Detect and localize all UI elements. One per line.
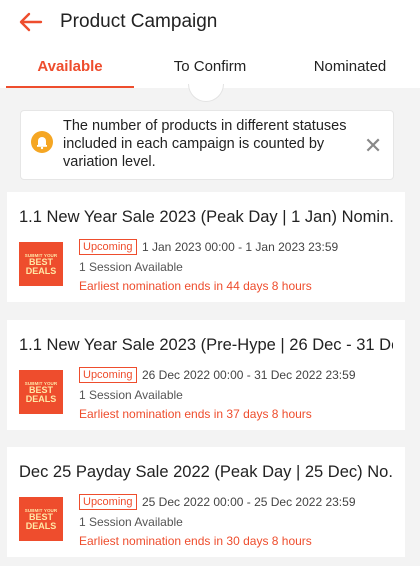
campaign-date-range: 25 Dec 2022 00:00 - 25 Dec 2022 23:59 [142, 495, 356, 509]
tab-available[interactable]: Available [0, 44, 140, 88]
page-title: Product Campaign [60, 11, 218, 32]
bell-icon [31, 131, 53, 153]
tab-to-confirm[interactable]: To Confirm [140, 44, 280, 88]
session-count: 1 Session Available [79, 388, 183, 402]
campaign-card[interactable]: Dec 25 Payday Sale 2022 (Peak Day | 25 D… [7, 447, 405, 557]
pull-refresh-indicator [188, 84, 224, 102]
campaign-image: SUBMIT YOUR BEST DEALS [19, 497, 63, 541]
campaign-date-range: 1 Jan 2023 00:00 - 1 Jan 2023 23:59 [142, 240, 339, 254]
campaign-image: SUBMIT YOUR BEST DEALS [19, 242, 63, 286]
session-count: 1 Session Available [79, 260, 183, 274]
tab-nominated[interactable]: Nominated [280, 44, 420, 88]
session-count: 1 Session Available [79, 515, 183, 529]
campaign-card[interactable]: 1.1 New Year Sale 2023 (Peak Day | 1 Jan… [7, 192, 405, 302]
tab-bar: Available To Confirm Nominated [0, 44, 420, 88]
campaign-card[interactable]: 1.1 New Year Sale 2023 (Pre-Hype | 26 De… [7, 320, 405, 430]
campaign-title: 1.1 New Year Sale 2023 (Pre-Hype | 26 De… [19, 336, 393, 354]
status-badge: Upcoming [79, 367, 137, 383]
close-icon[interactable]: ✕ [353, 111, 393, 181]
status-badge: Upcoming [79, 239, 137, 255]
app-header: Product Campaign [0, 0, 420, 44]
campaign-title: Dec 25 Payday Sale 2022 (Peak Day | 25 D… [19, 463, 393, 481]
status-badge: Upcoming [79, 494, 137, 510]
campaign-image: SUBMIT YOUR BEST DEALS [19, 370, 63, 414]
nomination-deadline: Earliest nomination ends in 37 days 8 ho… [79, 407, 312, 421]
nomination-deadline: Earliest nomination ends in 30 days 8 ho… [79, 534, 312, 548]
nomination-deadline: Earliest nomination ends in 44 days 8 ho… [79, 279, 312, 293]
info-notice: The number of products in different stat… [20, 110, 394, 180]
campaign-title: 1.1 New Year Sale 2023 (Peak Day | 1 Jan… [19, 208, 393, 226]
arrow-left-icon [19, 12, 43, 32]
notice-text: The number of products in different stat… [63, 118, 347, 170]
back-button[interactable] [6, 0, 56, 44]
campaign-date-range: 26 Dec 2022 00:00 - 31 Dec 2022 23:59 [142, 368, 356, 382]
